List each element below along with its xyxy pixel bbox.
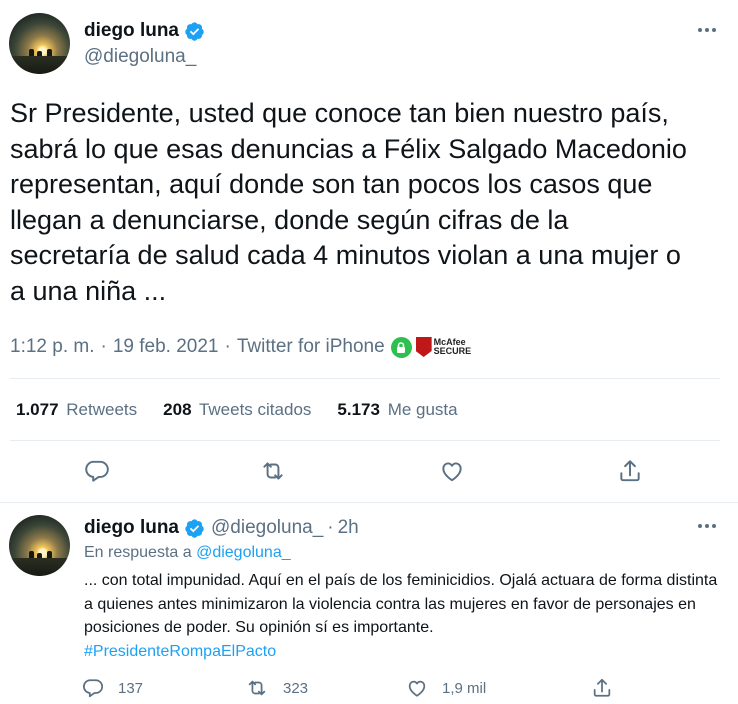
divider	[10, 378, 720, 379]
reply-tweet-body: ... con total impunidad. Aquí en el país…	[84, 569, 729, 663]
likes-label: Me gusta	[387, 400, 458, 419]
quotes-stat[interactable]: 208 Tweets citados	[163, 400, 311, 420]
more-options-icon[interactable]	[698, 524, 716, 528]
meta-separator: ·	[224, 336, 231, 357]
reply-button[interactable]: 137	[82, 677, 143, 699]
avatar[interactable]	[9, 13, 70, 74]
mcafee-line2: SECURE	[433, 346, 472, 356]
reply-tweet-text: ... con total impunidad. Aquí en el país…	[84, 572, 718, 636]
share-button[interactable]	[617, 457, 643, 485]
author-handle[interactable]: @diegoluna_	[84, 46, 196, 68]
mcafee-shield-icon	[415, 337, 432, 357]
retweet-button[interactable]: 323	[245, 677, 308, 699]
share-icon	[620, 460, 640, 482]
retweets-label: Retweets	[66, 400, 138, 419]
likes-stat[interactable]: 5.173 Me gusta	[337, 400, 457, 420]
meta-separator: ·	[327, 517, 334, 538]
like-button[interactable]	[439, 458, 465, 484]
hashtag-link[interactable]: #PresidenteRompaElPacto	[84, 643, 276, 660]
author-name-row[interactable]: diego luna	[84, 20, 205, 42]
divider	[10, 440, 720, 441]
like-button[interactable]: 1,9 mil	[406, 677, 486, 699]
quotes-label: Tweets citados	[198, 400, 312, 419]
quotes-count: 208	[163, 400, 192, 419]
tweet-meta: 1:12 p. m. · 19 feb. 2021 · Twitter for …	[10, 336, 471, 358]
avatar[interactable]	[9, 515, 70, 576]
tweet-date[interactable]: 19 feb. 2021	[113, 336, 219, 358]
reply-icon	[83, 679, 104, 698]
retweet-button[interactable]	[259, 458, 287, 484]
tweet-text: Sr Presidente, usted que conoce tan bien…	[10, 98, 687, 306]
reply-context: En respuesta a @diegoluna_	[84, 544, 291, 562]
reply-icon	[85, 460, 109, 482]
share-icon	[593, 678, 611, 697]
share-button[interactable]	[591, 676, 613, 700]
author-name[interactable]: diego luna	[84, 20, 179, 42]
heart-icon	[442, 462, 462, 482]
tweet-time[interactable]: 1:12 p. m.	[10, 336, 95, 358]
tweet-source[interactable]: Twitter for iPhone	[237, 336, 385, 358]
retweets-stat[interactable]: 1.077 Retweets	[16, 400, 137, 420]
reply-count: 137	[118, 679, 144, 697]
reply-button[interactable]	[84, 458, 110, 484]
reply-time-ago[interactable]: 2h	[338, 517, 359, 539]
mcafee-secure-badge: McAfee SECURE	[415, 337, 472, 357]
lock-icon	[390, 336, 412, 358]
likes-count: 5.173	[337, 400, 380, 419]
retweets-count: 1.077	[16, 400, 59, 419]
verified-badge-icon	[185, 21, 204, 41]
verified-badge-icon	[185, 518, 204, 538]
reply-author-handle[interactable]: @diegoluna_	[211, 517, 323, 539]
divider	[0, 502, 738, 503]
retweet-icon	[248, 680, 266, 696]
reply-prefix: En respuesta a	[84, 544, 192, 561]
reply-author-row: diego luna @diegoluna_ · 2h	[84, 517, 359, 539]
reply-author-name[interactable]: diego luna	[84, 517, 179, 539]
like-count: 1,9 mil	[442, 679, 487, 697]
tweet-stats: 1.077 Retweets 208 Tweets citados 5.173 …	[16, 400, 484, 420]
retweet-count: 323	[283, 679, 309, 697]
retweet-icon	[263, 462, 283, 480]
more-options-icon[interactable]	[698, 28, 716, 32]
meta-separator: ·	[100, 336, 107, 357]
reply-to-link[interactable]: @diegoluna_	[196, 544, 291, 561]
heart-icon	[408, 680, 426, 697]
